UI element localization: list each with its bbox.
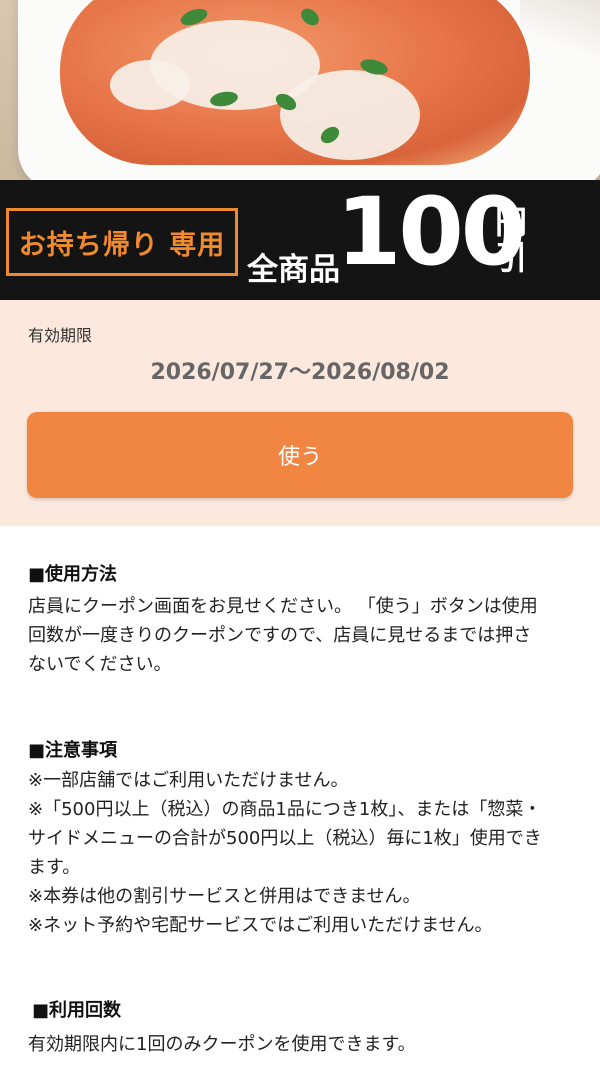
usage-line: ないでください。 <box>28 654 172 675</box>
sauce-shape <box>280 70 420 160</box>
notes-line: ※「500円以上（税込）の商品1品につき1枚」、または「惣菜・ <box>28 799 542 820</box>
usage-count-body: 有効期限内に1回のみクーポンを使用できます。 <box>28 1030 576 1059</box>
notes-line: サイドメニューの合計が500円以上（税込）毎に1枚」使用でき <box>28 828 542 849</box>
usage-count-line: 有効期限内に1回のみクーポンを使用できます。 <box>28 1034 416 1055</box>
usage-line: 店員にクーポン画面をお見せください。 「使う」ボタンは使用 <box>28 596 538 617</box>
use-button[interactable]: 使う <box>27 412 573 498</box>
usage-count-title: ■利用回数 <box>32 1000 122 1021</box>
validity-range: 2026/07/27〜2026/08/02 <box>150 360 450 385</box>
notes-title: ■注意事項 <box>28 740 118 761</box>
hero-food-image <box>0 0 600 180</box>
sauce-shape <box>110 60 190 110</box>
notes-line: ※本券は他の割引サービスと併用はできません。 <box>28 886 421 907</box>
takeout-only-badge: お持ち帰り 専用 <box>6 208 238 276</box>
all-items-text: 全商品 <box>247 252 340 288</box>
yen-text: 円 <box>495 203 528 241</box>
corner-wedge <box>520 0 600 60</box>
takeout-label: お持ち帰り 専用 <box>18 229 226 261</box>
notes-line: ※ネット予約や宅配サービスではご利用いただけません。 <box>28 915 493 936</box>
notes-line: ※一部店舗ではご利用いただけません。 <box>28 770 349 791</box>
notes-line: ます。 <box>28 857 81 878</box>
notes-body: ※一部店舗ではご利用いただけません。 ※「500円以上（税込）の商品1品につき1… <box>28 766 576 940</box>
discount-suffix: 引 <box>495 239 528 277</box>
validity-label: 有効期限 <box>28 326 93 345</box>
usage-title: ■使用方法 <box>28 564 118 585</box>
usage-line: 回数が一度きりのクーポンですので、店員に見せるまでは押さ <box>28 625 532 646</box>
use-button-label: 使う <box>277 445 322 470</box>
usage-body: 店員にクーポン画面をお見せください。 「使う」ボタンは使用 回数が一度きりのクー… <box>28 592 576 679</box>
